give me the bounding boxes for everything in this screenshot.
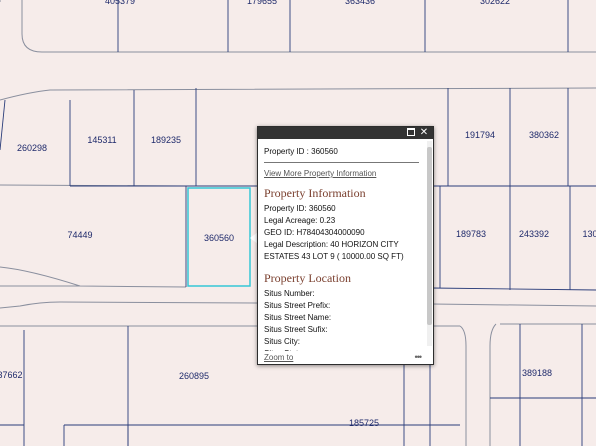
situs-street-prefix-row: Situs Street Prefix: bbox=[264, 301, 331, 310]
parcel-label[interactable]: 130 bbox=[582, 229, 596, 239]
parcel-label[interactable]: 405379 bbox=[105, 0, 135, 6]
parcel-label[interactable]: 145311 bbox=[87, 135, 116, 145]
situs-city-row: Situs City: bbox=[264, 337, 301, 346]
parcel-label[interactable]: 185725 bbox=[349, 418, 379, 428]
parcel-label[interactable]: 389188 bbox=[522, 368, 552, 378]
popup-titlebar: ✕ bbox=[258, 127, 433, 139]
parcel-label[interactable]: 360560 bbox=[204, 233, 234, 243]
property-popup: ✕ Property ID : 360560 View More Propert… bbox=[257, 126, 434, 365]
scrollbar-thumb[interactable] bbox=[427, 147, 432, 325]
popup-footer: Zoom to ••• bbox=[258, 351, 433, 364]
situs-street-name-row: Situs Street Name: bbox=[264, 313, 332, 322]
parcel-label[interactable]: 380362 bbox=[529, 130, 559, 140]
popup-content[interactable]: Property ID : 360560 View More Property … bbox=[258, 139, 425, 364]
parcel-label[interactable]: 189783 bbox=[456, 229, 486, 239]
view-more-link[interactable]: View More Property Information bbox=[264, 169, 419, 178]
maximize-icon[interactable] bbox=[406, 127, 416, 139]
section-title-property-location: Property Location bbox=[264, 271, 351, 285]
section-title-property-information: Property Information bbox=[264, 186, 366, 200]
parcel-label[interactable]: 302622 bbox=[480, 0, 510, 6]
parcel-label[interactable]: 37662 bbox=[0, 370, 23, 380]
zoom-to-link[interactable]: Zoom to bbox=[264, 353, 293, 362]
situs-number-row: Situs Number: bbox=[264, 289, 315, 298]
parcel-label[interactable]: 179655 bbox=[247, 0, 277, 6]
parcel-label[interactable]: 260298 bbox=[17, 143, 47, 153]
property-id-row: Property ID: 360560 bbox=[264, 204, 336, 213]
situs-street-sufix-row: Situs Street Sufix: bbox=[264, 325, 328, 334]
parcel-label[interactable]: 260895 bbox=[179, 371, 209, 381]
geo-id-row: GEO ID: H78404304000090 bbox=[264, 228, 365, 237]
popup-header: Property ID : 360560 bbox=[264, 147, 419, 163]
parcel-label[interactable]: 191794 bbox=[465, 130, 495, 140]
popup-scrollbar[interactable] bbox=[427, 141, 432, 346]
parcel-label[interactable]: 363436 bbox=[345, 0, 375, 6]
parcel-label[interactable]: 74449 bbox=[67, 230, 92, 240]
legal-acreage-row: Legal Acreage: 0.23 bbox=[264, 216, 336, 225]
close-icon[interactable]: ✕ bbox=[419, 127, 429, 139]
legal-description-row: Legal Description: 40 HORIZON CITY ESTAT… bbox=[264, 240, 404, 261]
parcel-label[interactable]: 243392 bbox=[519, 229, 549, 239]
parcel-label[interactable]: 189235 bbox=[151, 135, 181, 145]
more-options-icon[interactable]: ••• bbox=[415, 352, 423, 362]
